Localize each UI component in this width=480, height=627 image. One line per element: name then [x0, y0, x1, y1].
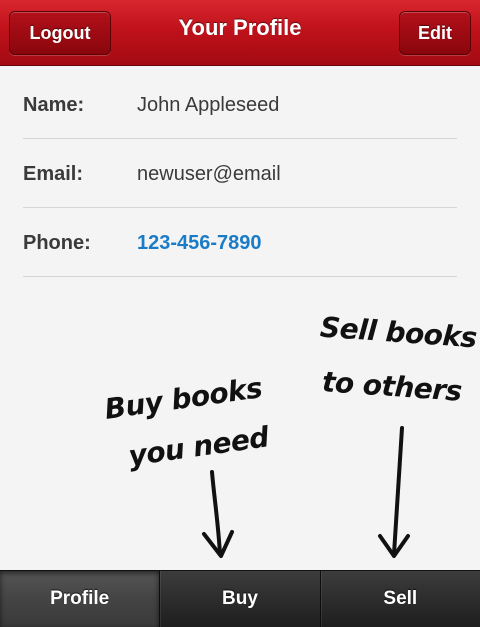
- buy-arrow-shaft: [210, 470, 222, 556]
- profile-content: Name: John Appleseed Email: newuser@emai…: [0, 66, 480, 570]
- navigation-bar: Logout Your Profile Edit: [0, 0, 480, 66]
- tab-sell[interactable]: Sell: [321, 571, 480, 627]
- sell-arrow-shaft: [392, 426, 404, 556]
- tab-profile[interactable]: Profile: [0, 571, 161, 627]
- edit-button[interactable]: Edit: [399, 11, 471, 55]
- tab-bar: Profile Buy Sell: [0, 570, 480, 627]
- annotation-arrows: [202, 426, 410, 558]
- tab-buy[interactable]: Buy: [160, 571, 321, 627]
